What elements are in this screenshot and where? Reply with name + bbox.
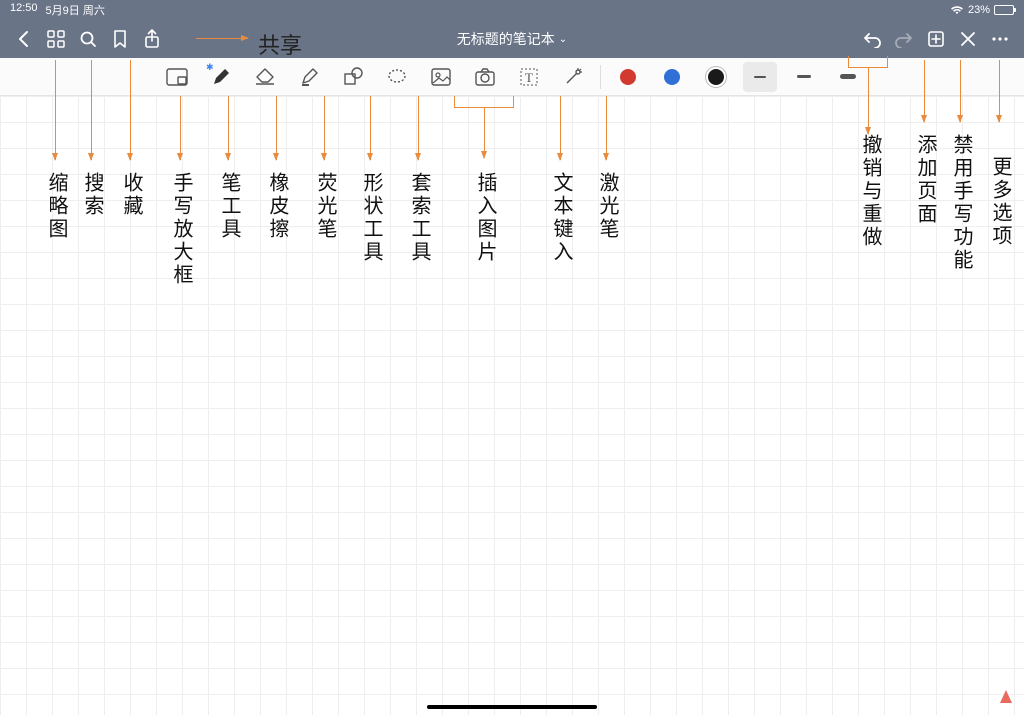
bookmark-button[interactable] [104,23,136,55]
canvas[interactable]: 缩略图 搜索 收藏 手写放大框 笔工具 橡皮擦 荧光笔 形状工具 套索工具 插入… [0,96,1024,715]
arrow-laser [606,96,607,160]
label-undo-redo: 撤销与重做 [860,134,880,249]
title-text: 无标题的笔记本 [457,29,555,49]
label-eraser: 橡皮擦 [267,172,287,241]
label-addpage: 添加页面 [915,134,935,226]
redo-button[interactable] [888,23,920,55]
color-black[interactable] [699,62,733,92]
bracket-image [454,96,514,108]
label-highlighter: 荧光笔 [315,172,335,241]
divider [600,65,601,89]
label-disable-hw: 禁用手写功能 [951,134,971,272]
arrow-text [560,96,561,160]
home-indicator [427,705,597,709]
arrow-eraser [276,96,277,160]
search-button[interactable] [72,23,104,55]
label-pen: 笔工具 [219,172,239,241]
label-bookmark: 收藏 [121,172,141,218]
bluetooth-icon: ✱ [206,62,212,68]
note-title[interactable]: 无标题的笔记本 ⌄ [457,29,567,49]
lasso-tool[interactable] [380,62,414,92]
highlighter-tool[interactable] [292,62,326,92]
arrow-share [196,38,248,39]
label-lasso: 套索工具 [409,172,429,264]
back-button[interactable] [8,23,40,55]
color-red[interactable] [611,62,645,92]
arrow-thumbnails [55,60,56,160]
wifi-icon [950,5,964,15]
stroke-size-2[interactable] [787,62,821,92]
label-text: 文本键入 [551,172,571,264]
arrow-addpage [924,60,925,122]
camera-tool[interactable] [468,62,502,92]
arrow-disable-hw [960,60,961,122]
text-tool[interactable]: T [512,62,546,92]
battery-pct: 23% [968,4,990,16]
label-zoombox: 手写放大框 [171,172,191,287]
label-image: 插入图片 [475,172,495,264]
arrow-more [999,60,1000,122]
arrow-zoombox [180,96,181,160]
image-tool[interactable] [424,62,458,92]
add-page-button[interactable] [920,23,952,55]
stroke-size-1[interactable] [743,62,777,92]
share-annotation: 共享 [258,28,302,60]
arrow-bookmark [130,60,131,160]
close-button[interactable] [952,23,984,55]
label-laser: 激光笔 [597,172,617,241]
color-blue[interactable] [655,62,689,92]
laser-tool[interactable] [556,62,590,92]
chevron-down-icon: ⌄ [559,34,567,45]
status-bar: 12:50 5月9日 周六 23% [0,0,1024,20]
label-thumbnails: 缩略图 [46,172,66,241]
battery-icon [994,5,1014,15]
label-shape: 形状工具 [361,172,381,264]
zoom-box-tool[interactable] [160,62,194,92]
status-time: 12:50 [10,2,38,18]
arrow-search [91,60,92,160]
status-date: 5月9日 周六 [46,2,105,18]
more-button[interactable] [984,23,1016,55]
bracket-undo-redo [848,56,888,68]
undo-button[interactable] [856,23,888,55]
arrow-shape [370,96,371,160]
arrow-highlighter [324,96,325,160]
label-more: 更多选项 [990,156,1010,248]
thumbnails-button[interactable] [40,23,72,55]
watermark-icon [998,689,1014,705]
arrow-lasso [418,96,419,160]
arrow-pen [228,96,229,160]
shape-tool[interactable] [336,62,370,92]
eraser-tool[interactable] [248,62,282,92]
topbar: 无标题的笔记本 ⌄ [0,20,1024,58]
share-button[interactable] [136,23,168,55]
label-search: 搜索 [82,172,102,218]
svg-text:T: T [525,70,533,85]
